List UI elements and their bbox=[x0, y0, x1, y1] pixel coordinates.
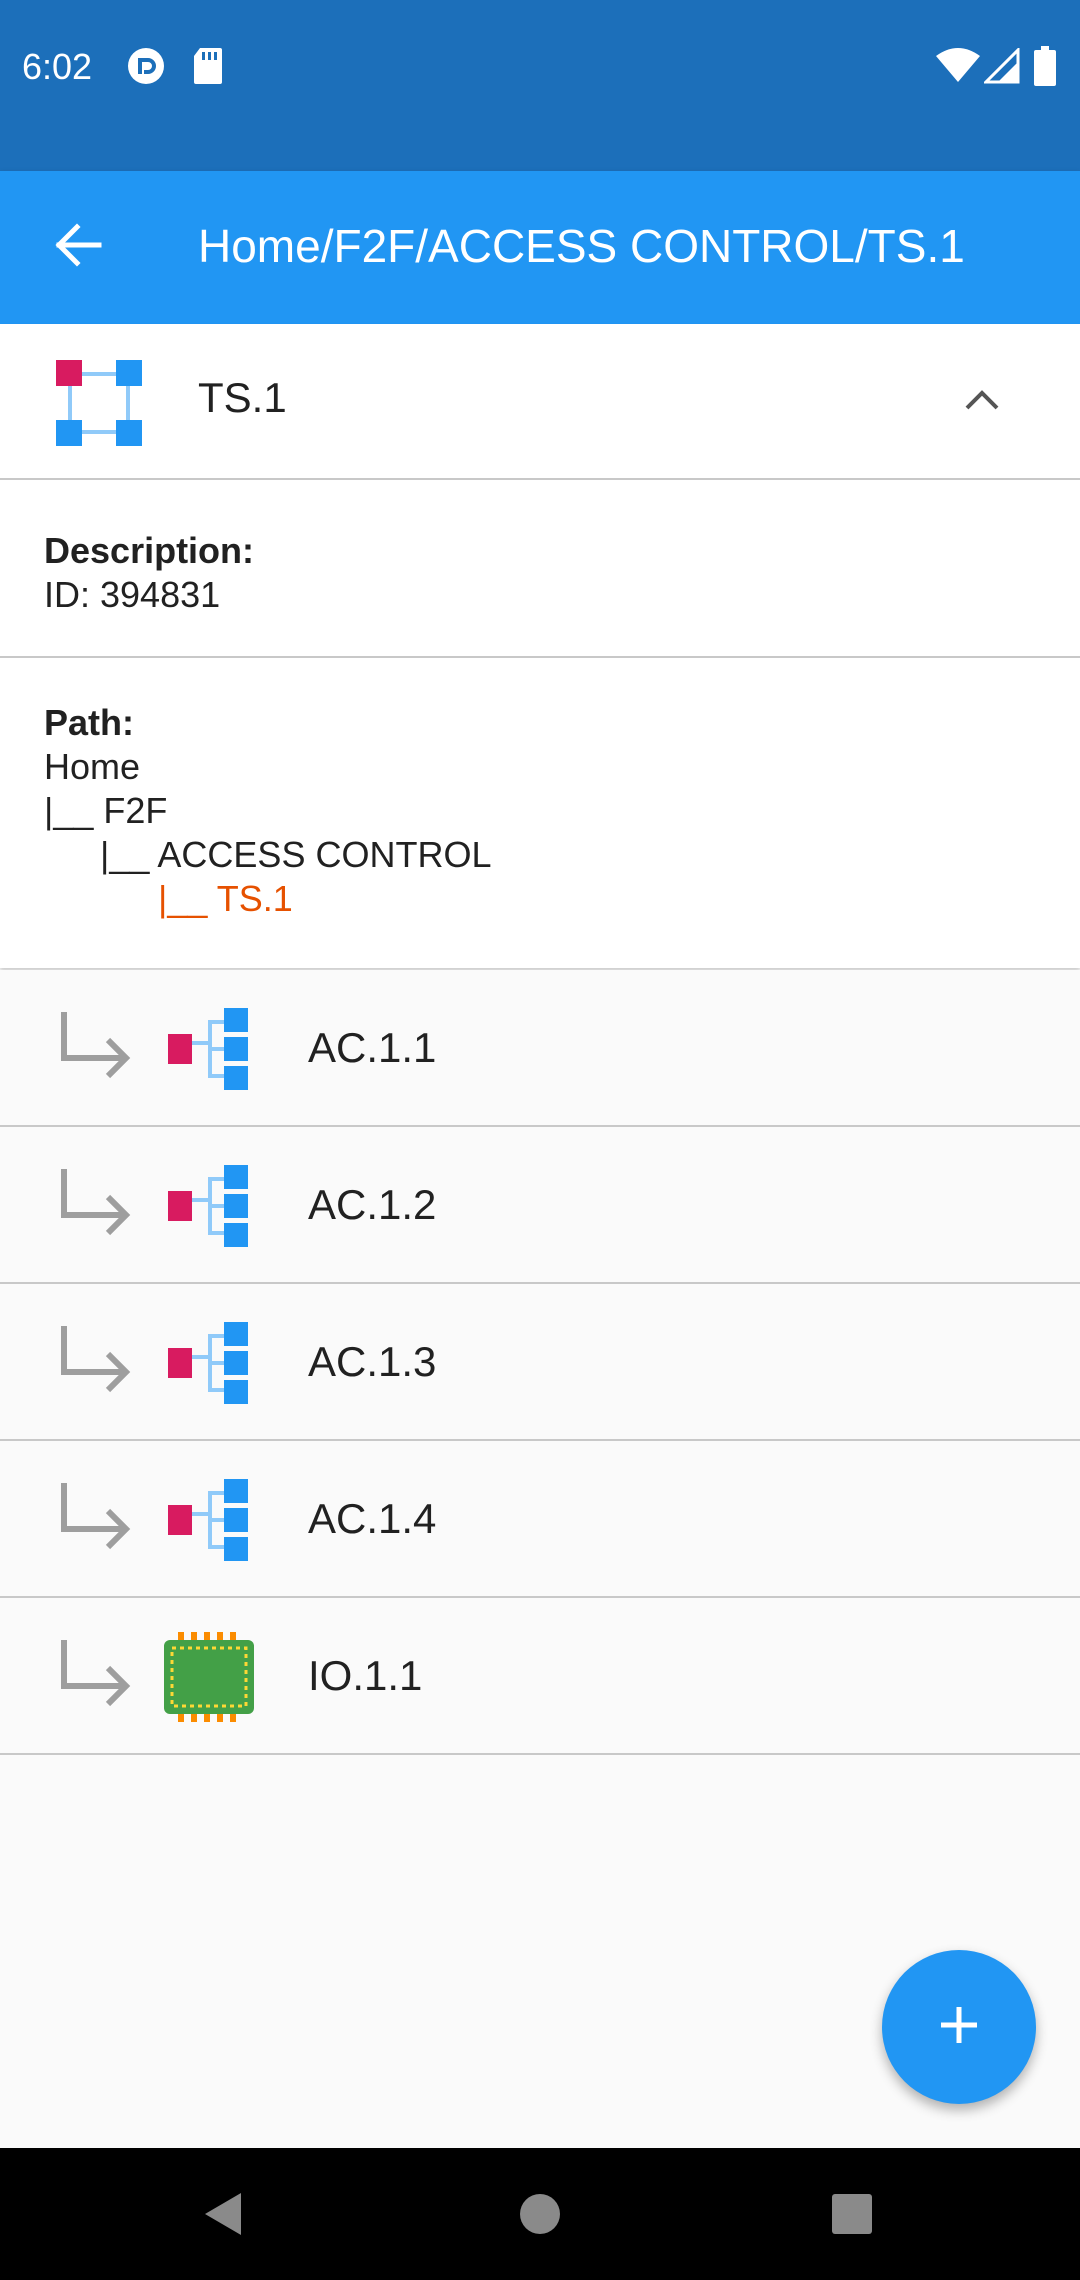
list-item-label: AC.1.1 bbox=[308, 1024, 437, 1071]
path-line-access-control: |__ ACCESS CONTROL bbox=[100, 834, 492, 875]
access-control-icon bbox=[164, 1161, 254, 1251]
access-control-icon bbox=[164, 1318, 254, 1408]
arrow-back-icon[interactable] bbox=[42, 209, 114, 281]
path-line-f2f: |__ F2F bbox=[44, 790, 168, 831]
subdirectory-arrow-icon bbox=[56, 1165, 136, 1245]
list-item-label: AC.1.2 bbox=[308, 1181, 437, 1228]
path-line-current: |__ TS.1 bbox=[158, 878, 293, 919]
description-label: Description: bbox=[44, 530, 255, 571]
subdirectory-arrow-icon bbox=[56, 1322, 136, 1402]
status-bar: 6:02 bbox=[0, 0, 1080, 171]
access-control-icon bbox=[164, 1475, 254, 1565]
signal-icon bbox=[982, 46, 1020, 89]
description-section: Description: ID: 394831 bbox=[0, 480, 1080, 658]
add-button[interactable] bbox=[882, 1950, 1036, 2104]
plus-icon bbox=[937, 2003, 981, 2052]
list-item-label: IO.1.1 bbox=[308, 1652, 423, 1699]
sd-card-icon bbox=[192, 46, 224, 91]
access-control-icon bbox=[164, 1004, 254, 1094]
path-label: Path: bbox=[44, 702, 134, 743]
pocket-casts-icon bbox=[126, 46, 166, 91]
back-triangle-icon[interactable] bbox=[194, 2184, 254, 2244]
home-circle-icon[interactable] bbox=[510, 2184, 570, 2244]
ts-node-icon bbox=[56, 360, 142, 446]
chevron-up-icon[interactable] bbox=[950, 368, 1014, 432]
node-detail-card: TS.1 Description: ID: 394831 Path: Home … bbox=[0, 324, 1080, 968]
system-nav-bar bbox=[0, 2148, 1080, 2280]
status-time: 6:02 bbox=[22, 46, 93, 87]
node-title: TS.1 bbox=[198, 374, 287, 421]
list-item[interactable]: IO.1.1 bbox=[0, 1598, 1080, 1755]
app-bar: Home/F2F/ACCESS CONTROL/TS.1 bbox=[0, 171, 1080, 324]
subdirectory-arrow-icon bbox=[56, 1479, 136, 1559]
subdirectory-arrow-icon bbox=[56, 1636, 136, 1716]
recents-square-icon[interactable] bbox=[822, 2184, 882, 2244]
subdirectory-arrow-icon bbox=[56, 1008, 136, 1088]
list-item[interactable]: AC.1.2 bbox=[0, 1127, 1080, 1284]
path-section: Path: Home |__ F2F |__ ACCESS CONTROL |_… bbox=[0, 658, 1080, 968]
io-chip-icon bbox=[164, 1632, 254, 1722]
battery-icon bbox=[1034, 46, 1056, 91]
list-item[interactable]: AC.1.4 bbox=[0, 1441, 1080, 1598]
path-line-home: Home bbox=[44, 746, 141, 787]
description-value: ID: 394831 bbox=[44, 574, 221, 615]
list-item-label: AC.1.3 bbox=[308, 1338, 437, 1385]
list-item[interactable]: AC.1.1 bbox=[0, 970, 1080, 1127]
node-detail-header[interactable]: TS.1 bbox=[0, 324, 1080, 480]
list-item[interactable]: AC.1.3 bbox=[0, 1284, 1080, 1441]
app-bar-title: Home/F2F/ACCESS CONTROL/TS.1 bbox=[198, 220, 965, 272]
wifi-icon bbox=[936, 48, 980, 89]
list-item-label: AC.1.4 bbox=[308, 1495, 437, 1542]
